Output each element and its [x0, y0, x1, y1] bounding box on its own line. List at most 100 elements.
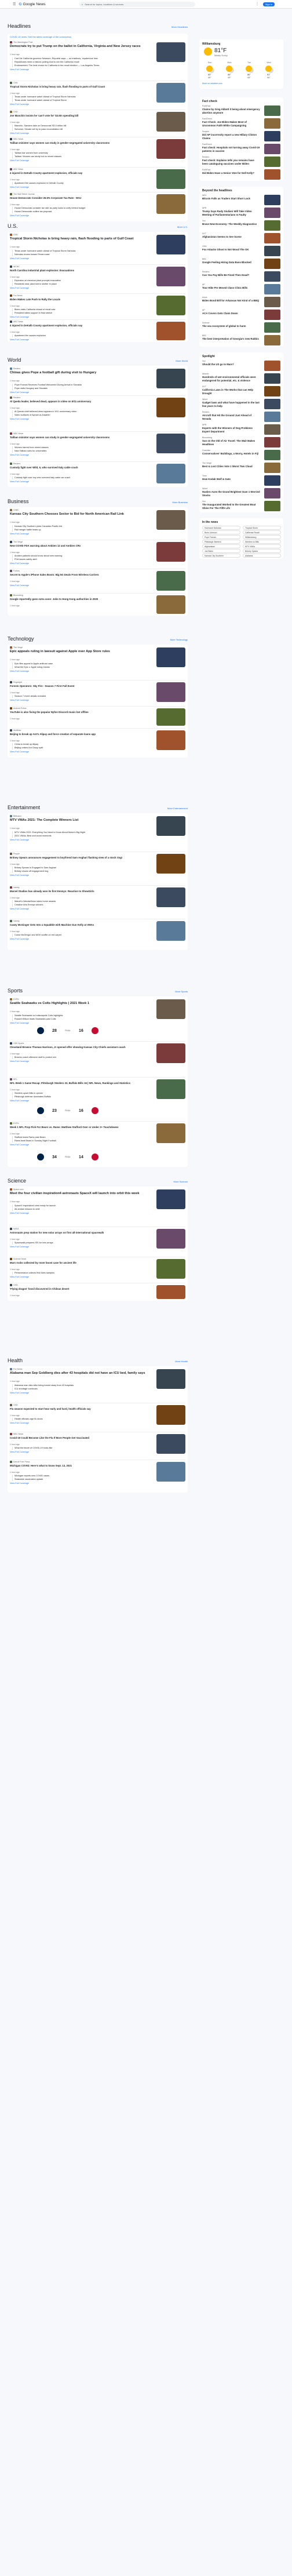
related-story[interactable]: Rams beat Bears in Sunday Night Football [12, 1140, 149, 1143]
item-headline[interactable]: Fact check: Explains tells you remains h… [202, 159, 260, 165]
beyond-item[interactable]: NYT Afghanistan Seems to See Scene [202, 232, 280, 244]
full-coverage-link[interactable]: View Full Coverage [10, 533, 29, 535]
item-headline[interactable]: Gadget laws and what have happened in th… [202, 401, 260, 407]
item-headline[interactable]: Should the US go to Mars? [202, 363, 260, 366]
related-story[interactable]: Republicans need a historic polling shot… [12, 61, 149, 64]
story-headline[interactable]: Cleveland Browns Thomas Harrison, Jr ope… [10, 1046, 149, 1049]
fact-item[interactable]: Snopes Did AP incorrectly report a new Hi… [202, 130, 280, 142]
spotlight-item[interactable]: Wired Hasbro Axes the Grand Brightest Gum… [202, 487, 280, 499]
story[interactable]: Billboard MTV VMAs 2021: The Complete Win… [10, 815, 185, 852]
full-coverage-link[interactable]: View Full Coverage [10, 874, 29, 876]
headlines-more-link[interactable]: More Headlines [171, 26, 188, 28]
item-thumbnail[interactable] [264, 310, 280, 320]
story-thumbnail[interactable] [156, 296, 185, 315]
story[interactable]: CNN 'Flying dragon' fossil discovered in … [10, 1284, 185, 1301]
related-story[interactable]: Epic files appeal in Apple antitrust cas… [12, 663, 149, 665]
related-story[interactable]: Residents near plant told to shelter in … [12, 283, 149, 286]
story-headline[interactable]: New COVID FDA warning about Ambien 12 an… [10, 544, 149, 548]
story[interactable]: CNN Flu season expected to start hear ear… [10, 1404, 185, 1432]
item-headline[interactable]: Can You Pay Bills Be Fined Then Dead? [202, 274, 260, 277]
topic-chip[interactable]: MTV VMAs [243, 544, 281, 548]
related-story[interactable]: Biden visits California ahead of recall … [12, 308, 149, 311]
related-story[interactable]: Pope visits Hungary and Slovakia [12, 387, 149, 390]
related-story[interactable]: Pope Francis Receives Football Welcomed … [12, 384, 149, 387]
story[interactable]: ESPN Seattle Seahawks vs Colts Highlights… [10, 998, 185, 1042]
story-headline[interactable]: Chinas gives Pope a football gift during… [10, 371, 149, 375]
story-thumbnail[interactable] [156, 887, 185, 907]
item-thumbnail[interactable] [264, 284, 280, 294]
related-story[interactable]: Beijing orders Ant Group split [12, 747, 149, 749]
related-story[interactable]: Explosion at chemical plant prompts evac… [12, 279, 149, 282]
related-story[interactable]: Texas under hurricane watch ahead of Tro… [12, 250, 149, 253]
spotlight-item[interactable]: Vox The Inaugurated Worked In the Greates… [202, 500, 280, 512]
story-thumbnail[interactable] [156, 510, 185, 530]
item-thumbnail[interactable] [264, 259, 280, 269]
spotlight-item[interactable]: Reuters Aircraft that Hit the Ground Just… [202, 411, 280, 423]
story-thumbnail[interactable] [156, 730, 185, 750]
story[interactable]: People Britney Spears announces engagemen… [10, 853, 185, 886]
story-thumbnail[interactable] [156, 1079, 185, 1099]
item-headline[interactable]: Fact Check: Joe Biden Makes Most of Unco… [202, 121, 260, 127]
related-story[interactable]: Britney Spears Is Engaged to Sam Asghari [12, 867, 149, 869]
spotlight-item[interactable]: NPR Experts with the Winners of Dog Probl… [202, 424, 280, 435]
item-thumbnail[interactable] [264, 361, 280, 371]
related-story[interactable]: President rallies support in final stret… [12, 312, 149, 315]
related-story[interactable]: Conor McGregor and MGK scuffle on red ca… [12, 934, 149, 937]
item-headline[interactable]: The Inaugurated Worked In the Greatest B… [202, 503, 260, 510]
spotlight-item[interactable]: Time How Kodak Wolf & Gate [202, 475, 280, 486]
item-headline[interactable]: Hundreds of wet environmental officials … [202, 376, 260, 382]
topic-chip[interactable]: Boris Johnson [202, 530, 240, 534]
story-thumbnail[interactable] [156, 542, 185, 562]
story-thumbnail[interactable] [156, 1462, 185, 1482]
story-headline[interactable]: Biden Makes Late Push to Rally the Local… [10, 298, 149, 301]
story[interactable]: Fox News Biden Makes Late Push to Rally t… [10, 294, 185, 320]
story[interactable]: CBS Sports Cleveland Browns Thomas Harris… [10, 1042, 185, 1078]
item-headline[interactable]: Claims by Greg Abbott it being about eme… [202, 108, 260, 114]
story[interactable]: Science News Mars rocks collected by rove… [10, 1258, 185, 1283]
story-headline[interactable]: Taliban minister says women can study in… [10, 141, 149, 145]
related-story[interactable]: Al Qaeda chief believed dead appears in … [12, 410, 149, 413]
full-coverage-link[interactable]: View Full Coverage [10, 159, 29, 162]
story[interactable]: CNN Tropical Storm Nicholas is bring heav… [10, 234, 185, 265]
item-thumbnail[interactable] [264, 144, 280, 154]
technology-section-title[interactable]: Technology [8, 636, 34, 642]
story-headline[interactable]: Casey McGinger Gets Into a Squabble with… [10, 923, 149, 927]
full-coverage-link[interactable]: View Full Coverage [10, 584, 29, 587]
item-headline[interactable]: Best & Lost Cities Vote 1 Worst Two Clou… [202, 465, 260, 468]
story[interactable]: The Verge Epic appeals ruling in lawsuit … [10, 646, 185, 681]
related-story[interactable]: House Democrats consider tax rate as par… [12, 207, 149, 210]
related-story[interactable]: What the future of COVID-19 looks like [12, 1447, 149, 1450]
spotlight-item[interactable]: Wired Gadget laws and what have happened … [202, 398, 280, 410]
story-headline[interactable]: Flu season expected to start hear early … [10, 1407, 149, 1411]
headlines-section-title[interactable]: Headlines [8, 23, 31, 29]
story-thumbnail[interactable] [156, 1123, 185, 1143]
related-story[interactable]: Browns coach offensive stuff to protect … [12, 1056, 149, 1059]
story[interactable]: Android Police YouTube is also fixing the… [10, 707, 185, 729]
item-headline[interactable]: Experts with the Winners of Dog Problems… [202, 427, 260, 433]
topic-chip[interactable]: Hurricane Nicholas [202, 526, 240, 530]
item-thumbnail[interactable] [264, 335, 280, 345]
full-coverage-link[interactable]: View Full Coverage [10, 562, 29, 565]
topic-chip[interactable]: California Recall [243, 530, 281, 534]
item-headline[interactable]: Trump Says Rudy Giuliani Will Take Video… [202, 210, 260, 216]
related-story[interactable]: Endorsement: The best choice for Califor… [12, 64, 149, 67]
story[interactable]: ABC News 4 injured in DeKalb County apart… [10, 321, 185, 342]
related-story[interactable]: Women barred from mixed classes [12, 446, 149, 449]
related-story[interactable]: Kansas City Southern picks Canadian Paci… [12, 525, 149, 528]
story-thumbnail[interactable] [156, 322, 185, 340]
full-coverage-link[interactable]: View Full Coverage [10, 339, 29, 341]
menu-icon[interactable]: ☰ [13, 2, 16, 6]
story-headline[interactable]: NFL Week 1 Game Recap: Pittsburgh Steele… [10, 1082, 149, 1085]
technology-more-link[interactable]: More Technology [170, 638, 188, 641]
related-story[interactable]: China to break up Alipay [12, 743, 149, 746]
story-thumbnail[interactable] [156, 1369, 185, 1389]
story[interactable]: 9to5Mac Beijing to break up Ant's Alipay … [10, 729, 185, 758]
related-story[interactable]: Stafford leads Rams past Bears [12, 1136, 149, 1139]
story-headline[interactable]: Google reportedly goes extra soon: Jobs … [10, 598, 149, 601]
item-thumbnail[interactable] [264, 157, 280, 167]
related-story[interactable]: Spacewalk prepares ISS for new arrays [12, 1242, 149, 1245]
story-thumbnail[interactable] [156, 1285, 185, 1299]
full-coverage-link[interactable]: View Full Coverage [10, 1451, 29, 1453]
beyond-item[interactable]: BBC Google Feeling Hiring Data Bans Block… [202, 258, 280, 270]
science-more-link[interactable]: More Science [174, 1180, 188, 1183]
